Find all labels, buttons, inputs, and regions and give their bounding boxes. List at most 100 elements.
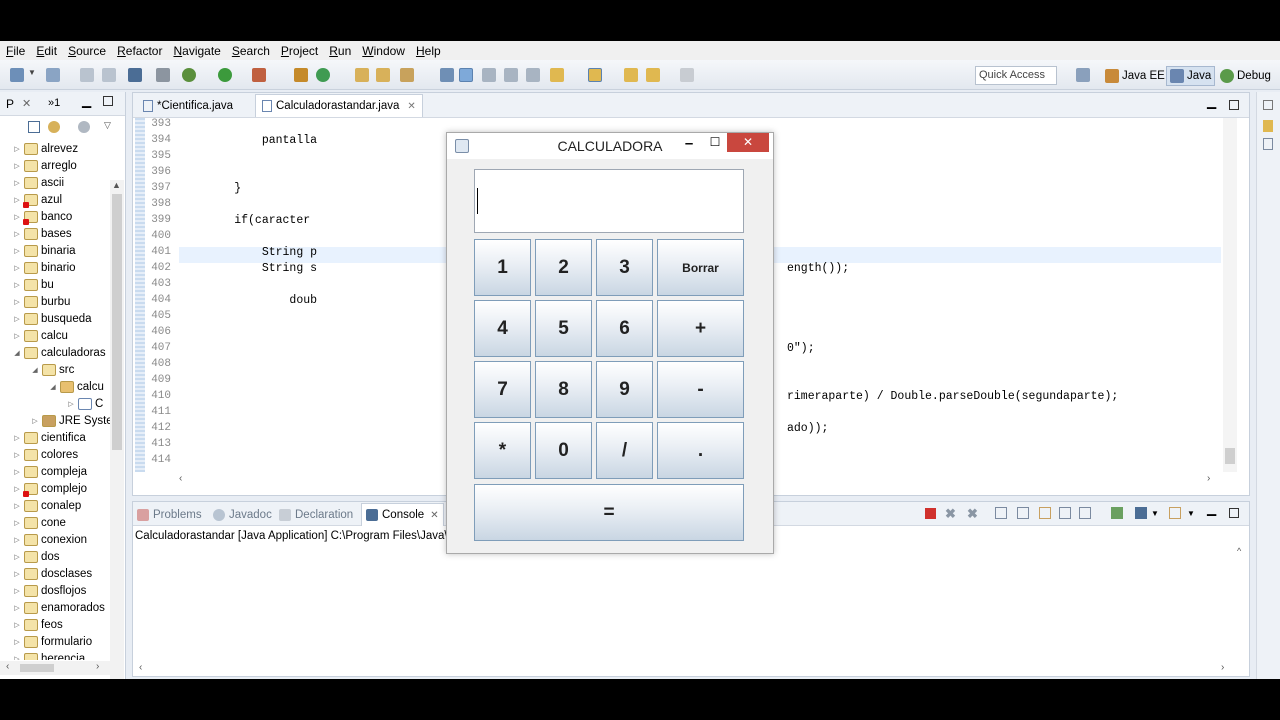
show-stdout-icon[interactable] bbox=[1059, 507, 1071, 519]
forward-icon[interactable] bbox=[680, 68, 694, 82]
clear-button[interactable]: Borrar bbox=[657, 239, 744, 296]
show-stderr-icon[interactable] bbox=[1079, 507, 1091, 519]
word-wrap-icon[interactable] bbox=[1039, 507, 1051, 519]
scroll-up-icon[interactable]: ▲ bbox=[112, 180, 121, 190]
menu-file[interactable]: File bbox=[6, 44, 25, 58]
menu-search[interactable]: Search bbox=[232, 44, 270, 58]
tree-item-binario[interactable]: ▷ binario bbox=[12, 259, 76, 276]
key-9-button[interactable]: 9 bbox=[596, 361, 653, 418]
expand-icon[interactable]: ▷ bbox=[12, 315, 22, 323]
new-icon[interactable] bbox=[10, 68, 24, 82]
tree-item-alrevez[interactable]: ▷ alrevez bbox=[12, 140, 78, 157]
close-icon[interactable]: ✕ bbox=[430, 510, 438, 521]
collapse-all-icon[interactable] bbox=[28, 121, 40, 133]
expand-icon[interactable]: ▷ bbox=[12, 213, 22, 221]
calculator-titlebar[interactable]: CALCULADORA – ☐ ✕ bbox=[447, 133, 773, 159]
add-button[interactable]: + bbox=[657, 300, 744, 357]
expand-icon[interactable]: ▷ bbox=[30, 417, 40, 425]
highlight-icon[interactable] bbox=[459, 68, 473, 82]
debug-icon[interactable] bbox=[182, 68, 196, 82]
save-all-icon[interactable] bbox=[102, 68, 116, 82]
tree-item-burbu[interactable]: ▷ burbu bbox=[12, 293, 70, 310]
tab-package-explorer[interactable]: P bbox=[6, 97, 14, 111]
block-selection-icon[interactable] bbox=[504, 68, 518, 82]
maximize-icon[interactable] bbox=[1229, 100, 1239, 110]
maximize-icon[interactable] bbox=[103, 96, 113, 106]
expand-icon[interactable]: ▷ bbox=[12, 179, 22, 187]
expand-icon[interactable]: ▷ bbox=[12, 298, 22, 306]
tree-item-formulario[interactable]: ▷ formulario bbox=[12, 633, 92, 650]
display-console-icon[interactable] bbox=[1135, 507, 1147, 519]
pin-console-icon[interactable] bbox=[1111, 507, 1123, 519]
maximize-icon[interactable] bbox=[1229, 508, 1239, 518]
menu-run[interactable]: Run bbox=[329, 44, 351, 58]
tree-item-calcu[interactable]: ▷ calcu bbox=[12, 327, 68, 344]
outline-icon[interactable] bbox=[1263, 138, 1273, 150]
expand-icon[interactable]: ▷ bbox=[12, 604, 22, 612]
maximize-button[interactable]: ☐ bbox=[705, 135, 725, 155]
tree-item-enamorados[interactable]: ▷ enamorados bbox=[12, 599, 105, 616]
close-button[interactable]: ✕ bbox=[727, 133, 769, 152]
expand-icon[interactable]: ▷ bbox=[12, 332, 22, 340]
tree-item-bu[interactable]: ▷ bu bbox=[12, 276, 54, 293]
quick-access-input[interactable]: Quick Access bbox=[975, 66, 1057, 85]
expand-icon[interactable]: ▷ bbox=[12, 638, 22, 646]
toggle-mark-occurrences-icon[interactable] bbox=[440, 68, 454, 82]
last-edit-icon[interactable] bbox=[624, 68, 638, 82]
tab-cientifica[interactable]: *Cientifica.java bbox=[137, 94, 239, 117]
expand-icon[interactable]: ▷ bbox=[12, 196, 22, 204]
new-class-icon[interactable] bbox=[316, 68, 330, 82]
tree-item-compleja[interactable]: ▷ compleja bbox=[12, 463, 87, 480]
terminate-icon[interactable] bbox=[925, 508, 936, 519]
tree-item-conalep[interactable]: ▷ conalep bbox=[12, 497, 81, 514]
tree-item-ascii[interactable]: ▷ ascii bbox=[12, 174, 64, 191]
key-5-button[interactable]: 5 bbox=[535, 300, 592, 357]
scroll-lock-icon[interactable] bbox=[1017, 507, 1029, 519]
key-6-button[interactable]: 6 bbox=[596, 300, 653, 357]
link-editor-icon[interactable] bbox=[48, 121, 60, 133]
tree-item-banco[interactable]: ▷ banco bbox=[12, 208, 72, 225]
expand-icon[interactable]: ▷ bbox=[12, 145, 22, 153]
tab-calculadorastandar[interactable]: Calculadorastandar.java ✕ bbox=[255, 94, 423, 117]
chevron-down-icon[interactable]: ▼ bbox=[1151, 509, 1159, 518]
tree-item-complejo[interactable]: ▷ complejo bbox=[12, 480, 87, 497]
tree-item-calculadoras[interactable]: ◢ calculadoras bbox=[12, 344, 106, 361]
clear-console-icon[interactable] bbox=[995, 507, 1007, 519]
multiply-button[interactable]: * bbox=[474, 422, 531, 479]
expand-icon[interactable]: ▷ bbox=[12, 230, 22, 238]
new-java-project-icon[interactable] bbox=[294, 68, 308, 82]
show-whitespace-icon[interactable] bbox=[526, 68, 540, 82]
calculator-display[interactable] bbox=[474, 169, 744, 233]
word-wrap-icon[interactable] bbox=[482, 68, 496, 82]
perspective-debug[interactable]: Debug bbox=[1217, 66, 1274, 86]
new-project-icon[interactable] bbox=[46, 68, 60, 82]
view-menu-icon[interactable]: ▽ bbox=[104, 120, 111, 131]
previous-annotation-icon[interactable] bbox=[588, 68, 602, 82]
decimal-point-button[interactable]: . bbox=[657, 422, 744, 479]
scroll-left-icon[interactable]: ‹ bbox=[179, 473, 182, 484]
expand-icon[interactable]: ▷ bbox=[12, 587, 22, 595]
expand-icon[interactable]: ▷ bbox=[12, 281, 22, 289]
tree-item-busqueda[interactable]: ▷ busqueda bbox=[12, 310, 92, 327]
tree-item-src[interactable]: ◢ src bbox=[30, 361, 74, 378]
tab-javadoc[interactable]: Javadoc bbox=[213, 505, 272, 524]
back-icon[interactable] bbox=[646, 68, 660, 82]
scroll-left-icon[interactable]: ‹ bbox=[6, 661, 9, 672]
subtract-button[interactable]: - bbox=[657, 361, 744, 418]
minimize-icon[interactable]: ▁ bbox=[1207, 95, 1216, 109]
scroll-right-icon[interactable]: › bbox=[96, 661, 99, 672]
expand-icon[interactable]: ▷ bbox=[12, 570, 22, 578]
tree-item-azul[interactable]: ▷ azul bbox=[12, 191, 62, 208]
task-list-icon[interactable] bbox=[1263, 120, 1273, 132]
save-icon[interactable] bbox=[80, 68, 94, 82]
expand-icon[interactable]: ▷ bbox=[12, 434, 22, 442]
key-2-button[interactable]: 2 bbox=[535, 239, 592, 296]
scroll-right-icon[interactable]: › bbox=[1221, 662, 1224, 673]
menu-window[interactable]: Window bbox=[362, 44, 405, 58]
remove-launch-icon[interactable]: ✖ bbox=[945, 506, 956, 522]
key-8-button[interactable]: 8 bbox=[535, 361, 592, 418]
horizontal-scrollbar[interactable]: ‹ › bbox=[133, 662, 1233, 676]
menu-help[interactable]: Help bbox=[416, 44, 441, 58]
menu-project[interactable]: Project bbox=[281, 44, 318, 58]
open-perspective-icon[interactable] bbox=[1076, 68, 1090, 82]
